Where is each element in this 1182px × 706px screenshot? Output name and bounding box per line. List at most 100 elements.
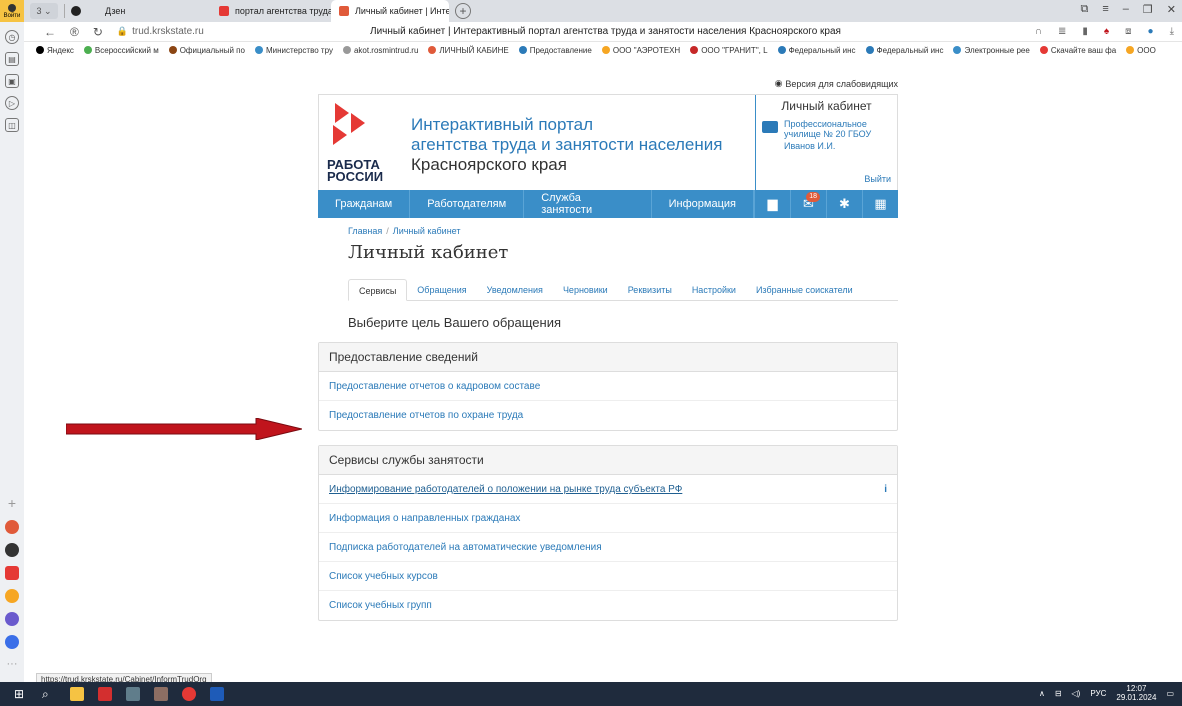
word-icon[interactable] [210, 687, 224, 701]
cabinet-user[interactable]: Иванов И.И. [784, 141, 891, 151]
cabinet-org[interactable]: Профессиональное училище № 20 ГБОУ [762, 119, 891, 139]
menu-employers[interactable]: Работодателям [410, 190, 525, 218]
new-tab-button[interactable]: + [455, 3, 471, 19]
tab-count-button[interactable]: 3 ⌄ [30, 3, 58, 19]
youtube-app-icon[interactable] [5, 566, 19, 580]
tab-notifications[interactable]: Уведомления [477, 279, 553, 300]
site-container: ◉ Версия для слабовидящих РАБОТА РОССИИ … [318, 78, 898, 621]
download-icon[interactable]: ⤓ [1170, 26, 1174, 37]
more-icon[interactable]: ··· [7, 658, 18, 670]
list-icon[interactable]: ≣ [1058, 26, 1066, 37]
pdf-app-icon[interactable] [98, 687, 112, 701]
minimize-icon[interactable]: – [1123, 3, 1129, 16]
link-labor-market-info[interactable]: Информирование работодателей о положении… [319, 475, 897, 504]
messenger-app-icon[interactable] [5, 589, 19, 603]
bookmark-icon[interactable]: ▮ [1082, 26, 1088, 37]
bookmark-item[interactable]: Скачайте ваш фа [1039, 46, 1116, 55]
clock[interactable]: 12:07 29.01.2024 [1116, 684, 1156, 702]
tab-requests[interactable]: Обращения [407, 279, 476, 300]
mail-icon[interactable]: ✉ 18 [790, 190, 826, 218]
bookmark-item[interactable]: ООО "АЭРОТЕХН [601, 46, 680, 55]
bookmark-item[interactable]: ООО [1126, 46, 1156, 55]
bookmark-item[interactable]: akot.rosmintrud.ru [342, 46, 418, 55]
link-groups-list[interactable]: Список учебных групп [319, 591, 897, 620]
reload-icon[interactable]: ↻ [93, 25, 103, 39]
reader-icon[interactable]: ∩ [1035, 26, 1042, 37]
bookmark-item[interactable]: ЛИЧНЫЙ КАБИНЕ [428, 46, 509, 55]
link-labor-safety-reports[interactable]: Предоставление отчетов по охране труда [319, 401, 897, 430]
tab-settings[interactable]: Настройки [682, 279, 746, 300]
bookmark-item[interactable]: Всероссийский м [83, 46, 159, 55]
yandex-browser-icon[interactable] [182, 687, 196, 701]
menu-icon[interactable]: ≡ [1102, 3, 1108, 16]
play-icon[interactable]: ▷ [5, 96, 19, 110]
tab-services[interactable]: Сервисы [348, 279, 408, 301]
url-field[interactable]: trud.krskstate.ru [132, 26, 204, 37]
menu-citizens[interactable]: Гражданам [318, 190, 411, 218]
history-icon[interactable]: ◷ [5, 30, 19, 44]
back-icon[interactable]: ← [44, 25, 56, 39]
bookmark-panel-icon[interactable]: ⧉ [1081, 3, 1089, 16]
link-directed-citizens[interactable]: Информация о направленных гражданах [319, 504, 897, 533]
tab-portal[interactable]: портал агентства труда и [211, 0, 331, 22]
link-staff-reports[interactable]: Предоставление отчетов о кадровом состав… [319, 372, 897, 401]
mail-app-icon[interactable] [5, 543, 19, 557]
bookmark-favicon-icon [1039, 46, 1048, 54]
tab-cabinet[interactable]: Личный кабинет | Инте ✕ [331, 0, 449, 22]
menu-employment-service[interactable]: Служба занятости [524, 190, 652, 218]
accessibility-link[interactable]: ◉ Версия для слабовидящих [775, 78, 898, 89]
bookmark-item[interactable]: Официальный по [168, 46, 245, 55]
vpn-icon[interactable]: ● [1148, 26, 1154, 37]
music-app-icon[interactable] [5, 612, 19, 626]
add-app-icon[interactable]: + [8, 495, 16, 511]
file-explorer-icon[interactable] [70, 687, 84, 701]
document-icon[interactable]: ▆ [754, 190, 790, 218]
umbrella-app-icon[interactable] [5, 520, 19, 534]
bookmark-item[interactable]: Министерство тру [254, 46, 333, 55]
windows-start-icon[interactable]: ⊞ [14, 687, 28, 701]
tray-chevron-icon[interactable]: ∧ [1039, 689, 1045, 698]
notifications-icon[interactable]: ▭ [1166, 689, 1174, 698]
breadcrumb-home[interactable]: Главная [348, 226, 382, 236]
extension-icon[interactable]: ⧈ [1125, 26, 1131, 37]
org-line-1: Профессиональное [784, 119, 867, 129]
collections-icon[interactable]: ▣ [5, 74, 19, 88]
language-indicator[interactable]: РУС [1090, 689, 1106, 698]
link-courses-list[interactable]: Список учебных курсов [319, 562, 897, 591]
yandex-y-icon[interactable]: ® [70, 25, 79, 39]
tab-favorite-applicants[interactable]: Избранные соискатели [746, 279, 863, 300]
bookmark-item[interactable]: Федеральный инс [777, 46, 856, 55]
bookmark-item[interactable]: ООО "ГРАНИТ", L [690, 46, 768, 55]
info-icon[interactable]: i [884, 475, 887, 504]
eye-icon: ◉ [774, 78, 783, 88]
clock-time: 12:07 [1126, 684, 1147, 693]
volume-icon[interactable]: ◁) [1072, 689, 1081, 698]
alice-app-icon[interactable] [5, 635, 19, 649]
bookmark-favicon-icon [254, 46, 263, 54]
restore-icon[interactable]: ❐ [1143, 3, 1153, 16]
bookmark-item[interactable]: Яндекс [36, 46, 74, 55]
logo-area[interactable]: РАБОТА РОССИИ Интерактивный портал агент… [319, 95, 755, 190]
menu-information[interactable]: Информация [652, 190, 754, 218]
app-icon[interactable] [126, 687, 140, 701]
close-window-icon[interactable]: ✕ [1167, 3, 1176, 16]
browser-user-button[interactable]: Войти [0, 0, 24, 22]
notes-icon[interactable]: ▤ [5, 52, 19, 66]
bookmark-item[interactable]: Федеральный инс [865, 46, 943, 55]
settings-icon[interactable]: ✱ [826, 190, 862, 218]
tab-requisites[interactable]: Реквизиты [618, 279, 682, 300]
link-auto-notifications[interactable]: Подписка работодателей на автоматические… [319, 533, 897, 562]
tab-drafts[interactable]: Черновики [553, 279, 618, 300]
bookmark-item[interactable]: Электронные рее [953, 46, 1030, 55]
search-icon[interactable]: ⌕ [42, 687, 56, 701]
breadcrumb-current[interactable]: Личный кабинет [393, 226, 461, 236]
network-icon[interactable]: ⊟ [1055, 689, 1062, 698]
tab-dzen[interactable]: Дзен [81, 0, 211, 22]
profile-icon[interactable]: ♠ [1104, 26, 1109, 37]
bookmark-item[interactable]: Предоставление [518, 46, 592, 55]
logout-link[interactable]: Выйти [864, 174, 891, 184]
split-icon[interactable]: ◫ [5, 118, 19, 132]
calendar-icon[interactable]: ▦ [862, 190, 898, 218]
app-icon-2[interactable] [154, 687, 168, 701]
alice-icon[interactable] [71, 6, 81, 16]
